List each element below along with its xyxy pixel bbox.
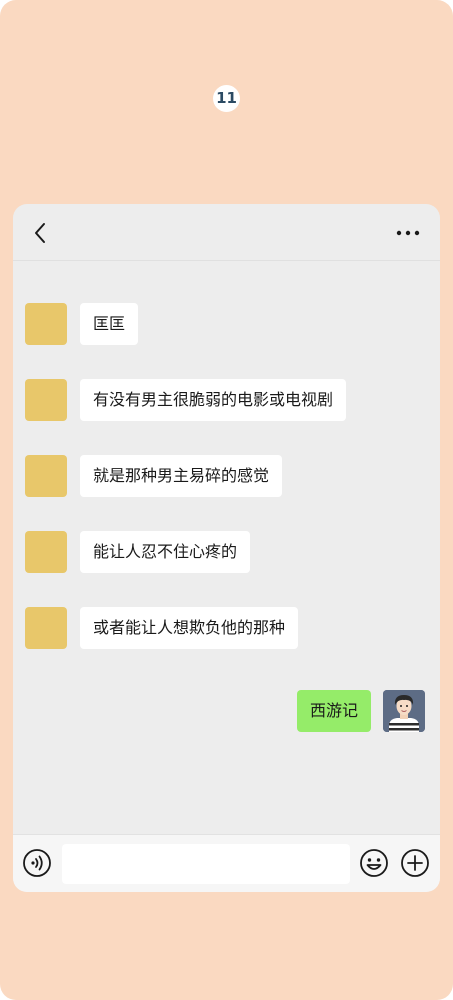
incoming-message-bubble[interactable]: 有没有男主很脆弱的电影或电视剧 <box>80 379 347 421</box>
voice-icon <box>23 849 51 877</box>
user-portrait-icon <box>383 690 425 732</box>
message-row: 匡匡 <box>13 303 440 345</box>
contact-avatar[interactable] <box>25 303 67 345</box>
plus-icon <box>401 849 429 877</box>
more-dots-icon <box>396 230 420 236</box>
emoji-icon <box>360 849 388 877</box>
incoming-message-bubble[interactable]: 匡匡 <box>80 303 139 345</box>
input-bar <box>13 834 440 892</box>
incoming-message-bubble[interactable]: 能让人忍不住心疼的 <box>80 531 251 573</box>
message-row: 西游记 <box>13 690 440 732</box>
outgoing-message-bubble[interactable]: 西游记 <box>296 690 371 732</box>
more-options-button[interactable] <box>388 218 428 248</box>
chat-window: 匡匡 有没有男主很脆弱的电影或电视剧 就是那种男主易碎的感觉 能让人忍不住心疼的… <box>13 204 440 892</box>
incoming-message-bubble[interactable]: 或者能让人想欺负他的那种 <box>80 607 299 649</box>
chat-header <box>13 204 440 261</box>
message-input[interactable] <box>62 844 350 884</box>
emoji-button[interactable] <box>359 848 389 878</box>
contact-avatar[interactable] <box>25 531 67 573</box>
contact-avatar[interactable] <box>25 455 67 497</box>
message-row: 能让人忍不住心疼的 <box>13 531 440 573</box>
more-actions-button[interactable] <box>400 848 430 878</box>
incoming-message-bubble[interactable]: 就是那种男主易碎的感觉 <box>80 455 283 497</box>
contact-avatar[interactable] <box>25 379 67 421</box>
message-row: 有没有男主很脆弱的电影或电视剧 <box>13 379 440 421</box>
voice-button[interactable] <box>22 848 52 878</box>
message-row: 或者能让人想欺负他的那种 <box>13 607 440 649</box>
page-card: 11 匡匡 有没有男主很脆弱的电影或电视剧 就是那种男主易碎的感觉 能让人忍不住… <box>0 0 453 1000</box>
contact-avatar[interactable] <box>25 607 67 649</box>
back-button[interactable] <box>25 218 55 248</box>
my-avatar[interactable] <box>383 690 425 732</box>
chevron-left-icon <box>35 223 45 243</box>
message-row: 就是那种男主易碎的感觉 <box>13 455 440 497</box>
page-number-badge: 11 <box>213 85 240 112</box>
